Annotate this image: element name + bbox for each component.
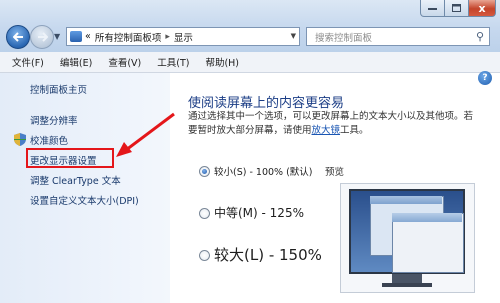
description-line: 要暂时放大部分屏幕，请使用放大镜工具。 — [188, 124, 488, 138]
search-placeholder: 搜索控制面板 — [315, 32, 373, 44]
minimize-button[interactable] — [420, 0, 445, 17]
sidebar-item-custom-dpi[interactable]: 设置自定义文本大小(DPI) — [30, 193, 139, 207]
description-text: 工具。 — [340, 125, 369, 136]
menu-file[interactable]: 文件(F) — [12, 55, 44, 69]
recent-pages-dropdown-icon[interactable]: ▼ — [54, 32, 60, 41]
description-text: 要暂时放大部分屏幕，请使用 — [188, 125, 312, 136]
maximize-icon — [452, 4, 461, 12]
breadcrumb-display[interactable]: 显示 — [174, 30, 193, 44]
control-panel-icon — [70, 31, 82, 42]
preview-window-back-titlebar — [370, 196, 442, 204]
menu-edit[interactable]: 编辑(E) — [60, 55, 92, 69]
shield-icon — [14, 133, 26, 146]
page-title: 使阅读屏幕上的内容更容易 — [188, 96, 345, 111]
menu-help[interactable]: 帮助(H) — [205, 55, 239, 69]
red-highlight-box — [26, 148, 114, 168]
address-dropdown-icon[interactable]: ▼ — [291, 32, 296, 40]
menu-view[interactable]: 查看(V) — [108, 55, 141, 69]
sidebar-item-adjust-resolution[interactable]: 调整分辨率 — [30, 113, 78, 127]
close-button[interactable]: x — [469, 0, 496, 17]
search-icon[interactable]: ⚲ — [476, 30, 484, 43]
menu-bar: 文件(F) 编辑(E) 查看(V) 工具(T) 帮助(H) — [0, 52, 500, 73]
forward-button[interactable] — [30, 25, 54, 49]
radio-larger[interactable] — [199, 250, 210, 261]
preview-monitor-base — [382, 283, 432, 287]
option-label-smaller[interactable]: 较小(S) - 100% (默认) — [214, 164, 313, 178]
preview-window-front — [392, 213, 464, 273]
back-button[interactable] — [6, 25, 30, 49]
minimize-icon — [428, 7, 437, 10]
back-arrow-icon — [12, 32, 23, 42]
maximize-button[interactable] — [445, 0, 469, 17]
description-line: 通过选择其中一个选项，可以更改屏幕上的文本大小以及其他项。若 — [188, 111, 474, 122]
preview-monitor-stand — [392, 274, 422, 283]
sidebar-item-cleartype[interactable]: 调整 ClearType 文本 — [30, 173, 121, 187]
help-icon[interactable]: ? — [478, 71, 492, 85]
address-bar[interactable]: « 所有控制面板项 ▸ 显示 ▼ — [66, 27, 300, 46]
preview-label: 预览 — [325, 167, 345, 178]
left-navigation-pane — [0, 73, 170, 303]
preview-window-front-titlebar — [392, 213, 462, 222]
page-description: 通过选择其中一个选项，可以更改屏幕上的文本大小以及其他项。若 要暂时放大部分屏幕… — [188, 110, 488, 138]
breadcrumb-all-items[interactable]: 所有控制面板项 — [95, 30, 162, 44]
menu-tools[interactable]: 工具(T) — [157, 55, 189, 69]
address-overflow[interactable]: « — [85, 31, 91, 42]
option-label-larger[interactable]: 较大(L) - 150% — [214, 244, 322, 265]
forward-arrow-icon — [37, 32, 48, 42]
sidebar-item-control-panel-home[interactable]: 控制面板主页 — [30, 82, 87, 96]
option-label-medium[interactable]: 中等(M) - 125% — [214, 204, 304, 221]
sidebar-item-calibrate-color[interactable]: 校准颜色 — [30, 133, 68, 147]
magnifier-link[interactable]: 放大镜 — [312, 125, 341, 136]
breadcrumb-separator-icon[interactable]: ▸ — [165, 32, 170, 42]
radio-smaller[interactable] — [199, 166, 210, 177]
search-input[interactable]: 搜索控制面板 ⚲ — [306, 27, 490, 46]
red-arrow-icon — [116, 112, 175, 157]
window-controls: x — [420, 0, 496, 18]
radio-medium[interactable] — [199, 208, 210, 219]
